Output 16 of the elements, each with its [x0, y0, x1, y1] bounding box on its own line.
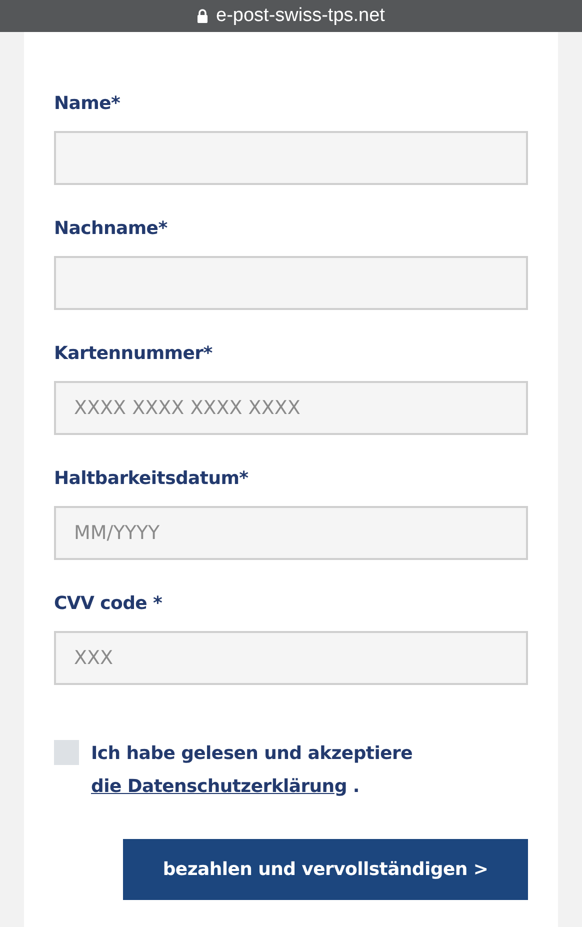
field-label: CVV code * — [54, 592, 164, 616]
lock-icon — [197, 9, 208, 23]
checkbox[interactable] — [54, 740, 79, 765]
input-field[interactable] — [54, 131, 528, 185]
input-field[interactable]: XXXX XXXX XXXX XXXX — [54, 381, 528, 435]
field-label: Kartennummer* — [54, 342, 214, 366]
input-field[interactable]: XXX — [54, 631, 528, 685]
field-label: Name* — [54, 92, 122, 116]
consent-text: Ich habe gelesen und akzeptiere die Datenschutzerklärung . — [91, 742, 414, 799]
privacy-link[interactable]: die Datenschutzerklärung — [91, 776, 347, 797]
input-field[interactable] — [54, 256, 528, 310]
field-label: Nachname* — [54, 217, 168, 241]
submit-button[interactable]: bezahlen und vervollständigen > — [123, 839, 528, 900]
url-text[interactable]: e-post-swiss-tps.net — [216, 5, 385, 27]
input-field[interactable]: MM/YYYY — [54, 506, 528, 560]
field-label: Haltbarkeitsdatum* — [54, 467, 250, 491]
